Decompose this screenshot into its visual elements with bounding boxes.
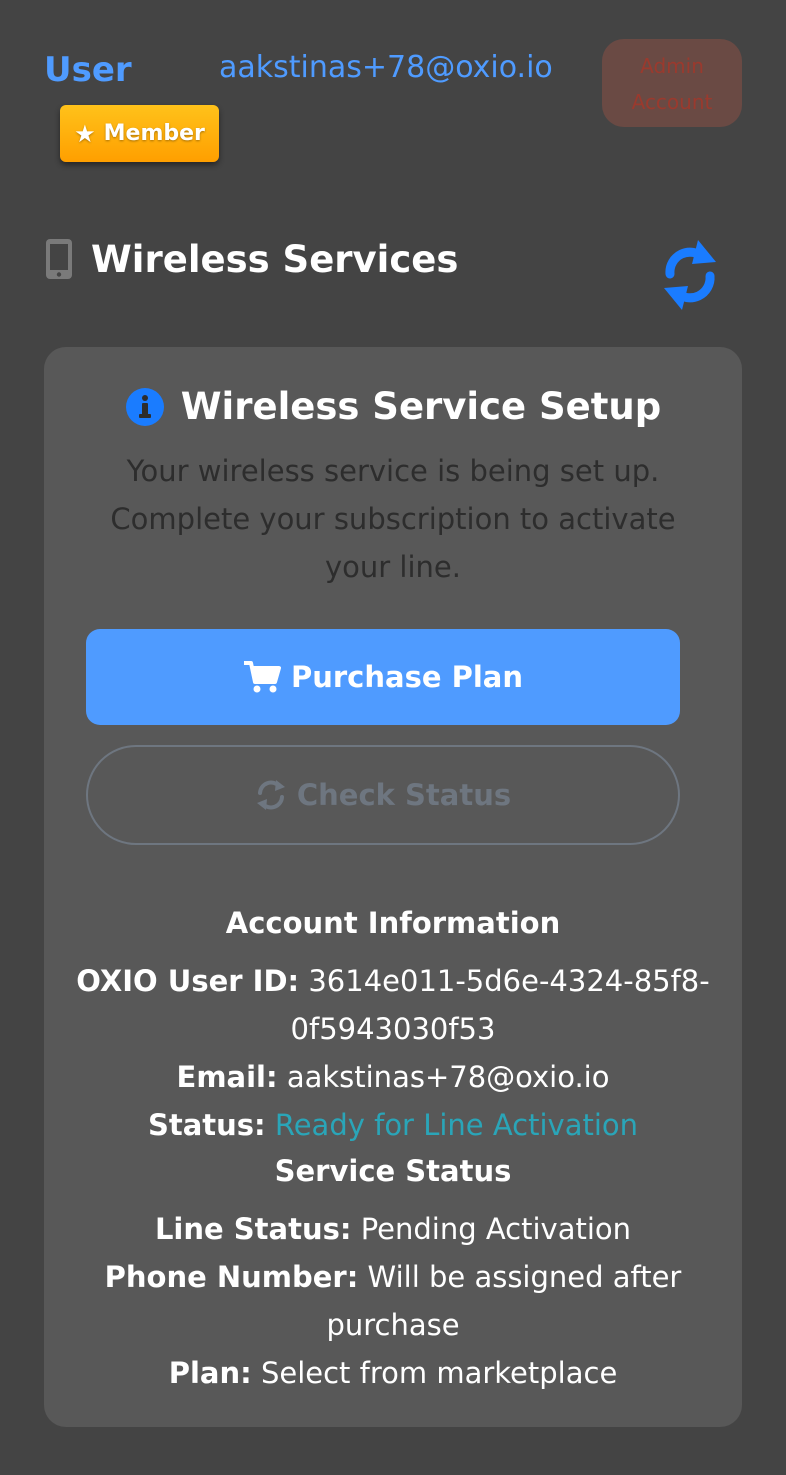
admin-button-label-line1: Admin	[640, 54, 704, 78]
admin-account-button[interactable]: Admin Account	[602, 39, 742, 127]
admin-button-label-line2: Account	[631, 90, 713, 114]
wireless-setup-card: Wireless Service Setup Your wireless ser…	[44, 347, 742, 1427]
line-status-value: Pending Activation	[360, 1212, 632, 1246]
line-status-row: Line Status: Pending Activation	[74, 1205, 712, 1253]
sync-icon	[256, 780, 285, 810]
status-value: Ready for Line Activation	[274, 1108, 639, 1142]
check-status-label: Check Status	[296, 778, 512, 812]
account-info-heading: Account Information	[225, 906, 561, 940]
service-status: Service Status Line Status: Pending Acti…	[74, 1147, 712, 1397]
mobile-phone-icon	[46, 239, 72, 279]
page: User aakstinas+78@oxio.io Admin Account …	[0, 0, 786, 1475]
line-status-label: Line Status:	[154, 1212, 352, 1246]
purchase-plan-label: Purchase Plan	[290, 660, 524, 694]
user-id-row: OXIO User ID: 3614e011-5d6e-4324-85f8-0f…	[74, 957, 712, 1053]
refresh-icon[interactable]	[658, 236, 722, 314]
member-badge: ★ Member	[60, 105, 219, 162]
status-label: Status:	[147, 1108, 266, 1142]
email-label: Email:	[176, 1060, 278, 1094]
email-value: aakstinas+78@oxio.io	[286, 1060, 610, 1094]
star-icon: ★	[74, 119, 96, 148]
shopping-cart-icon	[243, 661, 281, 693]
page-title: User	[44, 50, 132, 90]
email-row: Email: aakstinas+78@oxio.io	[74, 1053, 712, 1101]
phone-number-row: Phone Number: Will be assigned after pur…	[74, 1253, 712, 1349]
plan-value: Select from marketplace	[260, 1356, 618, 1390]
plan-row: Plan: Select from marketplace	[74, 1349, 712, 1397]
user-id-label: OXIO User ID:	[76, 964, 300, 998]
account-information: Account Information OXIO User ID: 3614e0…	[74, 899, 712, 1149]
service-status-heading: Service Status	[274, 1154, 512, 1188]
phone-number-value: Will be assigned after purchase	[326, 1260, 682, 1342]
plan-label: Plan:	[168, 1356, 252, 1390]
member-badge-label: Member	[103, 121, 205, 146]
check-status-button[interactable]: Check Status	[86, 745, 680, 845]
user-id-value: 3614e011-5d6e-4324-85f8-0f5943030f53	[290, 964, 710, 1046]
card-header: Wireless Service Setup	[44, 385, 742, 428]
user-email: aakstinas+78@oxio.io	[219, 50, 553, 85]
card-title: Wireless Service Setup	[180, 385, 662, 428]
card-description: Your wireless service is being set up. C…	[110, 454, 676, 584]
info-circle-icon	[125, 387, 164, 426]
purchase-plan-button[interactable]: Purchase Plan	[86, 629, 680, 725]
section-title: Wireless Services	[91, 238, 459, 281]
status-row: Status: Ready for Line Activation	[74, 1101, 712, 1149]
phone-number-label: Phone Number:	[104, 1260, 359, 1294]
